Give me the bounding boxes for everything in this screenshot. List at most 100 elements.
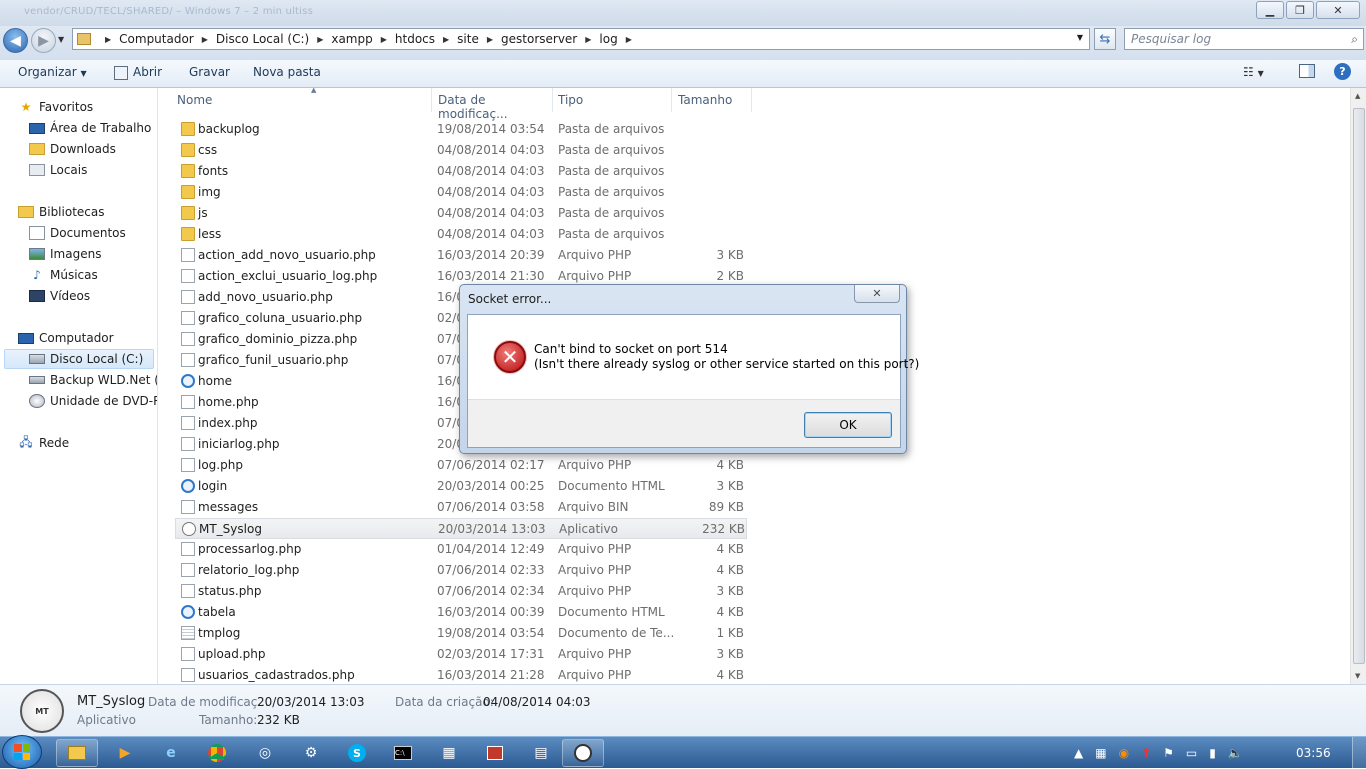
breadcrumb-xampp[interactable]: xampp ▶ <box>331 32 395 46</box>
taskbar-app-tools[interactable]: ⚙ <box>290 739 332 767</box>
file-row[interactable]: MT_Syslog 20/03/2014 13:03 Aplicativo 232 K… <box>175 518 747 539</box>
vertical-scrollbar[interactable]: ▲ ▼ <box>1350 88 1366 684</box>
breadcrumb-site[interactable]: site ▶ <box>457 32 501 46</box>
breadcrumb-separator-icon[interactable]: ▶ <box>443 35 449 44</box>
back-button[interactable]: ◀ <box>3 28 28 53</box>
nav-item-dvd-drive[interactable]: Unidade de DVD-RW <box>29 391 157 411</box>
minimize-button[interactable]: ▁ <box>1256 1 1284 19</box>
search-input[interactable]: Pesquisar log ⌕ <box>1124 28 1364 50</box>
change-view-button[interactable]: ☷ ▼ <box>1243 65 1264 79</box>
nav-item-downloads[interactable]: Downloads <box>29 139 116 159</box>
breadcrumb-separator-icon[interactable]: ▶ <box>202 35 208 44</box>
help-icon[interactable]: ? <box>1334 63 1351 80</box>
address-history-dropdown[interactable]: ▼ <box>1077 33 1083 42</box>
tray-app-icon[interactable]: ▦ <box>1095 746 1106 760</box>
nav-item-videos[interactable]: Vídeos <box>29 286 90 306</box>
nav-computer[interactable]: Computador <box>18 328 114 348</box>
tray-network-icon[interactable]: ▭ <box>1186 746 1197 760</box>
file-row[interactable]: relatorio_log.php 07/06/2014 02:33 Arquivo… <box>175 560 747 581</box>
breadcrumb-htdocs[interactable]: htdocs ▶ <box>395 32 457 46</box>
column-header-name[interactable]: Nome ▲ <box>173 86 432 112</box>
nav-network[interactable]: 🖧 Rede <box>18 433 69 453</box>
breadcrumb-log[interactable]: log ▶ <box>599 32 639 46</box>
taskbar-app-window[interactable]: ▤ <box>520 739 562 767</box>
breadcrumb-label: Disco Local (C:) <box>215 32 310 46</box>
taskbar-chrome[interactable] <box>196 739 238 767</box>
breadcrumb-separator-icon[interactable]: ▶ <box>626 35 632 44</box>
search-icon[interactable]: ⌕ <box>1351 32 1358 47</box>
forward-button[interactable]: ▶ <box>31 28 56 53</box>
scroll-up-icon[interactable]: ▲ <box>1355 92 1360 100</box>
file-row[interactable]: backuplog 19/08/2014 03:54 Pasta de arquiv… <box>175 119 747 140</box>
nav-item-desktop[interactable]: Área de Trabalho <box>29 118 151 138</box>
nav-item-documents[interactable]: Documentos <box>29 223 126 243</box>
ok-button[interactable]: OK <box>804 412 892 438</box>
nav-item-backup-drive[interactable]: Backup WLD.Net (D: <box>29 370 157 390</box>
file-row[interactable]: usuarios_cadastrados.php 16/03/2014 21:28… <box>175 665 747 686</box>
dialog-close-button[interactable]: ✕ <box>854 285 900 303</box>
address-bar[interactable]: ▶ Computador ▶ Disco Local (C:) ▶ xampp ▶ h… <box>72 28 1090 50</box>
taskbar-app-globe[interactable]: ◎ <box>244 739 286 767</box>
breadcrumb-separator-icon[interactable]: ▶ <box>381 35 387 44</box>
new-folder-button[interactable]: Nova pasta <box>253 65 321 79</box>
start-button[interactable] <box>2 735 42 769</box>
close-window-button[interactable]: ✕ <box>1316 1 1360 19</box>
clock[interactable]: 03:56 <box>1296 746 1331 760</box>
taskbar-cmd[interactable]: C:\ <box>382 739 424 767</box>
breadcrumb-gestorserver[interactable]: gestorserver ▶ <box>501 32 599 46</box>
breadcrumb-separator-icon[interactable]: ▶ <box>317 35 323 44</box>
taskbar-explorer[interactable] <box>56 739 98 767</box>
file-row[interactable]: upload.php 02/03/2014 17:31 Arquivo PHP 3 K… <box>175 644 747 665</box>
tray-power-icon[interactable]: ▮ <box>1209 746 1216 760</box>
recent-pages-dropdown[interactable]: ▼ <box>58 35 64 44</box>
scroll-down-icon[interactable]: ▼ <box>1355 672 1360 680</box>
column-header-date[interactable]: Data de modificaç... <box>434 88 553 121</box>
breadcrumb-separator-icon[interactable]: ▶ <box>585 35 591 44</box>
breadcrumb-separator-icon[interactable]: ▶ <box>105 35 111 44</box>
file-row[interactable]: messages 07/06/2014 03:58 Arquivo BIN 89 KB <box>175 497 747 518</box>
file-row[interactable]: css 04/08/2014 04:03 Pasta de arquivos <box>175 140 747 161</box>
open-button[interactable]: Abrir <box>133 65 162 79</box>
file-row[interactable]: tabela 16/03/2014 00:39 Documento HTML 4 KB <box>175 602 747 623</box>
column-header-size[interactable]: Tamanho <box>674 88 752 112</box>
volume-icon[interactable]: 🔈 <box>1228 746 1243 760</box>
file-date: 16/03/2014 21:30 <box>437 269 545 283</box>
organize-button[interactable]: Organizar ▼ <box>18 65 87 79</box>
file-row[interactable]: tmplog 19/08/2014 03:54 Documento de Te...… <box>175 623 747 644</box>
nav-item-pictures[interactable]: Imagens <box>29 244 101 264</box>
breadcrumb-disco-local[interactable]: Disco Local (C:) ▶ <box>216 32 331 46</box>
breadcrumb-computador[interactable]: Computador ▶ <box>119 32 216 46</box>
tray-flag-icon[interactable]: ⚑ <box>1163 746 1174 760</box>
file-row[interactable]: img 04/08/2014 04:03 Pasta de arquivos <box>175 182 747 203</box>
nav-libraries[interactable]: Bibliotecas <box>18 202 104 222</box>
scrollbar-thumb[interactable] <box>1353 108 1365 664</box>
tray-security-icon[interactable]: ◉ <box>1119 746 1129 760</box>
breadcrumb-separator-icon[interactable]: ▶ <box>487 35 493 44</box>
burn-button[interactable]: Gravar <box>189 65 230 79</box>
nav-item-recent[interactable]: Locais <box>29 160 87 180</box>
file-row[interactable]: less 04/08/2014 04:03 Pasta de arquivos <box>175 224 747 245</box>
maximize-button[interactable]: ❐ <box>1286 1 1314 19</box>
nav-item-local-disk[interactable]: Disco Local (C:) <box>4 349 154 369</box>
show-desktop-button[interactable] <box>1352 737 1366 769</box>
nav-item-music[interactable]: ♪ Músicas <box>29 265 98 285</box>
file-row[interactable]: js 04/08/2014 04:03 Pasta de arquivos <box>175 203 747 224</box>
preview-pane-button[interactable] <box>1299 64 1315 78</box>
column-header-type[interactable]: Tipo <box>554 88 672 112</box>
file-row[interactable]: processarlog.php 01/04/2014 12:49 Arquivo … <box>175 539 747 560</box>
file-row[interactable]: status.php 07/06/2014 02:34 Arquivo PHP 3 K… <box>175 581 747 602</box>
taskbar-media-player[interactable]: ▶ <box>104 739 146 767</box>
nav-favorites[interactable]: ★ Favoritos <box>18 97 94 117</box>
file-row[interactable]: fonts 04/08/2014 04:03 Pasta de arquivos <box>175 161 747 182</box>
refresh-button[interactable]: ⇆ <box>1094 28 1116 50</box>
show-hidden-icons-icon[interactable]: ▲ <box>1074 746 1083 760</box>
file-row[interactable]: action_add_novo_usuario.php 16/03/2014 20… <box>175 245 747 266</box>
taskbar-skype[interactable]: S <box>336 739 378 767</box>
taskbar-mt-syslog[interactable] <box>562 739 604 767</box>
file-row[interactable]: login 20/03/2014 00:25 Documento HTML 3 KB <box>175 476 747 497</box>
taskbar-internet-explorer[interactable]: e <box>150 739 192 767</box>
taskbar-app-red[interactable] <box>474 739 516 767</box>
file-row[interactable]: log.php 07/06/2014 02:17 Arquivo PHP 4 KB <box>175 455 747 476</box>
tray-alert-icon[interactable]: ⬆ <box>1141 746 1151 760</box>
taskbar-app-network[interactable]: ▦ <box>428 739 470 767</box>
